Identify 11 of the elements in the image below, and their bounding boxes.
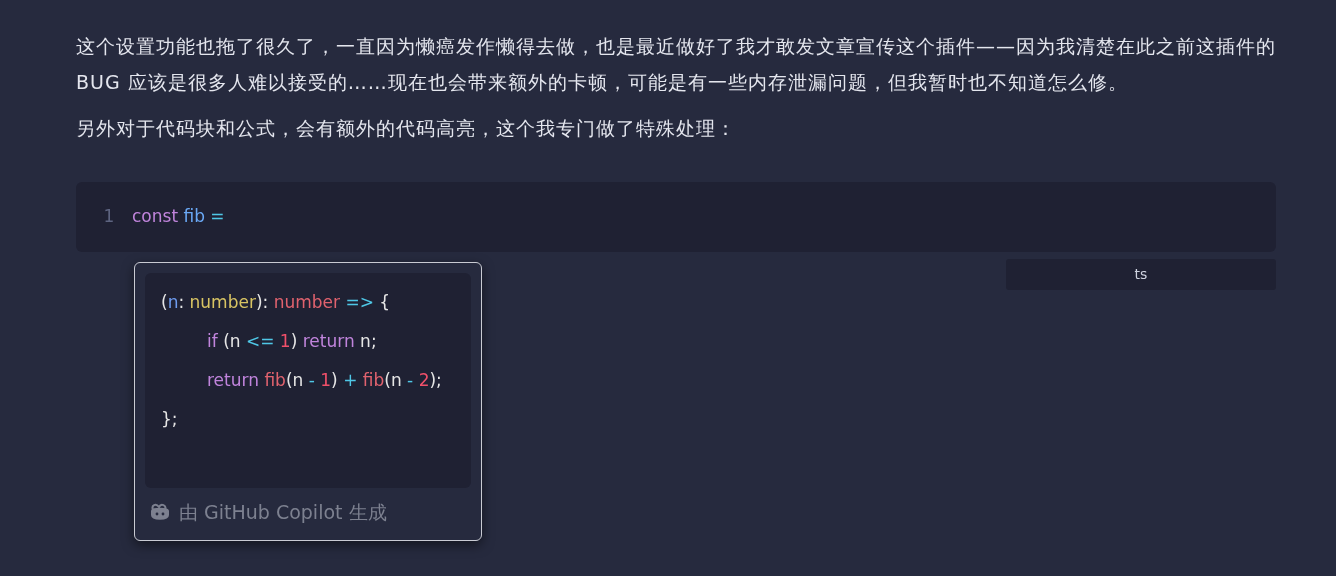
language-label: ts [1006,259,1276,290]
copilot-icon [149,502,171,523]
code-line: const fib = [132,205,225,229]
line-number: 1 [102,205,116,229]
code-line: }; [161,408,178,431]
footer-text: 由 GitHub Copilot 生成 [179,500,387,525]
code-line: if (n <= 1) return n; [207,330,377,353]
paragraph: 这个设置功能也拖了很久了，一直因为懒癌发作懒得去做，也是最近做好了我才敢发文章宣传这个插件——因为我清楚在此之前这插件的 BUG 应该是很多人难以接受的……现在也会带来额外的卡顿，可能是有一些内存泄漏问题，但我暂时也不知道怎么修。 [76,34,1276,95]
code-line: return fib(n - 1) + fib(n - 2); [207,369,442,392]
code-line: (n: number): number => { [161,291,391,314]
paragraph: 另外对于代码块和公式，会有额外的代码高亮，这个我专门做了特殊处理： [76,116,737,141]
